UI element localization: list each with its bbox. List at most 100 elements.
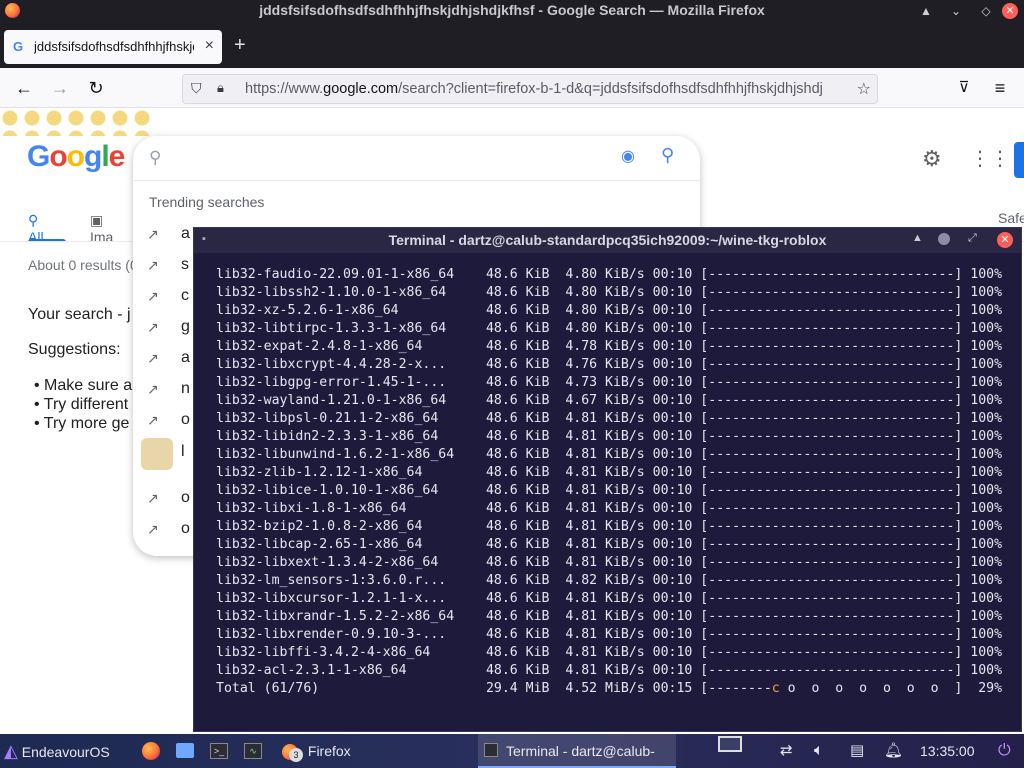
terminal-output[interactable]: lib32-faudio-22.09.01-1-x86_64 48.6 KiB …: [216, 266, 1016, 698]
safesearch-label[interactable]: Safe: [998, 210, 1024, 226]
terminal-window[interactable]: ▪ Terminal - dartz@calub-standardpcq35ic…: [193, 227, 1022, 732]
trending-arrow-icon: ↗: [147, 490, 159, 506]
logo-letter: G: [27, 140, 50, 173]
dropdown-divider: [133, 180, 700, 181]
terminal-line: lib32-wayland-1.21.0-1-x86_64 48.6 KiB 4…: [216, 393, 1003, 408]
restore-icon[interactable]: ◇: [978, 3, 994, 19]
doodle-banner: [0, 108, 150, 136]
tab-google-search[interactable]: G jddsfsifsdofhsdfsdhfhhjfhskjdhjshdjkfh…: [4, 30, 222, 64]
google-favicon-icon: G: [13, 39, 24, 54]
maximize-icon[interactable]: ⌄: [948, 3, 964, 19]
workspace-switcher-icon[interactable]: [718, 736, 742, 752]
terminal-line: lib32-libxrandr-1.5.2-2-x86_64 48.6 KiB …: [216, 609, 1003, 624]
terminal-total-line: Total (61/76) 29.4 MiB 4.52 MiB/s 00:15 …: [216, 681, 1003, 696]
system-monitor-icon[interactable]: ∿: [244, 743, 262, 759]
new-tab-icon[interactable]: +: [234, 34, 246, 57]
google-logo[interactable]: Google: [27, 140, 126, 174]
terminal-maximize-icon[interactable]: ⤢: [968, 232, 977, 245]
terminal-launcher-icon[interactable]: >_: [210, 743, 228, 759]
terminal-line: lib32-expat-2.4.8-1-x86_64 48.6 KiB 4.78…: [216, 339, 1003, 354]
network-icon[interactable]: ⇄: [780, 734, 793, 768]
endeavouros-logo-icon: ◭: [4, 741, 18, 761]
reload-icon[interactable]: ↻: [84, 76, 108, 100]
terminal-title: Terminal - dartz@calub-standardpcq35ich9…: [388, 232, 827, 248]
sign-in-button[interactable]: [1014, 142, 1024, 178]
terminal-line: lib32-bzip2-1.0.8-2-x86_64 48.6 KiB 4.81…: [216, 519, 1003, 534]
terminal-window-icon: [484, 743, 498, 757]
logo-letter: o: [49, 140, 67, 173]
search-icon: ⚲: [28, 212, 39, 228]
terminal-line: lib32-faudio-22.09.01-1-x86_64 48.6 KiB …: [216, 267, 1003, 282]
taskbar-terminal-window[interactable]: Terminal - dartz@calub-st...: [478, 734, 676, 768]
trending-arrow-icon: ↗: [147, 226, 159, 242]
url-bar[interactable]: ⛉ 🔒︎ https://www.google.com/search?clien…: [182, 74, 878, 104]
suggestion-item: • Try different: [34, 396, 129, 413]
start-menu-button[interactable]: ◭ EndeavourOS: [4, 734, 110, 768]
taskbar-firefox-window[interactable]: 3 Firefox: [282, 734, 351, 768]
terminal-titlebar[interactable]: ▪ Terminal - dartz@calub-standardpcq35ic…: [194, 228, 1021, 253]
camera-lens-icon[interactable]: ◉: [621, 146, 635, 166]
terminal-close-icon[interactable]: ✕: [997, 232, 1013, 248]
image-icon: ▣: [90, 212, 104, 228]
window-title: jddsfsifsdofhsdfsdhfhhjfhskjdhjshdjkfhsf…: [259, 2, 765, 18]
terminal-line: lib32-libgpg-error-1.45-1-... 48.6 KiB 4…: [216, 375, 1003, 390]
terminal-line: lib32-libxext-1.3.4-2-x86_64 48.6 KiB 4.…: [216, 555, 1003, 570]
terminal-minimize-icon[interactable]: [938, 233, 950, 245]
lock-icon[interactable]: 🔒︎: [217, 80, 224, 96]
search-input[interactable]: [177, 146, 597, 172]
navigation-bar: ← → ↻ ⛉ 🔒︎ https://www.google.com/search…: [0, 68, 1024, 108]
clipboard-icon[interactable]: ▤: [850, 734, 864, 768]
results-count: About 0 results (0: [28, 257, 138, 273]
trending-arrow-icon: ↗: [147, 350, 159, 366]
search-submit-icon[interactable]: ⚲: [661, 145, 674, 166]
terminal-line: lib32-libcap-2.65-1-x86_64 48.6 KiB 4.81…: [216, 537, 1003, 552]
suggestion-item: • Make sure a: [34, 377, 133, 394]
suggestion-item: • Try more ge: [34, 415, 130, 432]
terminal-line: lib32-libxrender-0.9.10-3-... 48.6 KiB 4…: [216, 627, 1003, 642]
terminal-line: lib32-libidn2-2.3.3-1-x86_64 48.6 KiB 4.…: [216, 429, 1003, 444]
firefox-titlebar: jddsfsifsdofhsdfsdhfhhjfhskjdhjshdjkfhsf…: [0, 0, 1024, 22]
tab-label: jddsfsifsdofhsdfsdhfhhjfhskjdhjshdjkfhsf: [34, 39, 194, 54]
terminal-line: lib32-libxcrypt-4.4.28-2-x... 48.6 KiB 4…: [216, 357, 1003, 372]
your-search-text: Your search - j: [28, 306, 131, 323]
terminal-line: lib32-libice-1.0.10-1-x86_64 48.6 KiB 4.…: [216, 483, 1003, 498]
terminal-line: lib32-lm_sensors-1:3.6.0.r... 48.6 KiB 4…: [216, 573, 1003, 588]
search-icon: ⚲: [149, 148, 162, 167]
terminal-line: lib32-libssh2-1.10.0-1-x86_64 48.6 KiB 4…: [216, 285, 1003, 300]
trending-arrow-icon: ↗: [147, 412, 159, 428]
trending-arrow-icon: ↗: [147, 288, 159, 304]
power-icon[interactable]: ⏻: [998, 734, 1011, 768]
terminal-shade-icon[interactable]: ▲: [912, 232, 923, 244]
terminal-line: lib32-libunwind-1.6.2-1-x86_64 48.6 KiB …: [216, 447, 1003, 462]
bookmark-star-icon[interactable]: ☆: [857, 79, 871, 99]
terminal-line: lib32-xz-5.2.6-1-x86_64 48.6 KiB 4.80 Ki…: [216, 303, 1003, 318]
settings-gear-icon[interactable]: ⚙: [922, 146, 942, 172]
url-text: https://www.google.com/search?client=fir…: [245, 81, 823, 97]
logo-letter: g: [84, 140, 102, 173]
trending-arrow-icon: ↗: [147, 319, 159, 335]
file-manager-icon[interactable]: [176, 743, 194, 758]
logo-letter: e: [108, 140, 126, 173]
hamburger-menu-icon[interactable]: ≡: [988, 76, 1012, 100]
terminal-line: lib32-libpsl-0.21.1-2-x86_64 48.6 KiB 4.…: [216, 411, 1003, 426]
close-window-icon[interactable]: ✕: [1002, 3, 1018, 19]
trending-searches-label: Trending searches: [149, 194, 265, 210]
trending-thumbnail: [141, 438, 173, 470]
logo-letter: o: [66, 140, 85, 173]
terminal-line: lib32-libffi-3.4.2-4-x86_64 48.6 KiB 4.8…: [216, 645, 1003, 660]
close-tab-icon[interactable]: ×: [205, 37, 214, 55]
terminal-line: lib32-libtirpc-1.3.3-1-x86_64 48.6 KiB 4…: [216, 321, 1003, 336]
pacman-progress-icon: c: [771, 681, 780, 696]
shield-icon[interactable]: ⛉: [191, 80, 202, 97]
back-icon[interactable]: ←: [12, 76, 36, 100]
pocket-icon[interactable]: ⊽: [952, 76, 976, 100]
clock[interactable]: 13:35:00: [920, 734, 975, 768]
trending-arrow-icon: ↗: [147, 257, 159, 273]
forward-icon[interactable]: →: [48, 76, 72, 100]
firefox-launcher-icon[interactable]: [142, 742, 160, 760]
terminal-line: lib32-libxi-1.8-1-x86_64 48.6 KiB 4.81 K…: [216, 501, 1003, 516]
volume-icon[interactable]: 🔈︎: [814, 734, 824, 768]
suggestions-heading: Suggestions:: [28, 341, 121, 358]
notifications-icon[interactable]: 🔔︎: [884, 734, 903, 768]
minimize-icon[interactable]: ▲: [918, 3, 934, 19]
